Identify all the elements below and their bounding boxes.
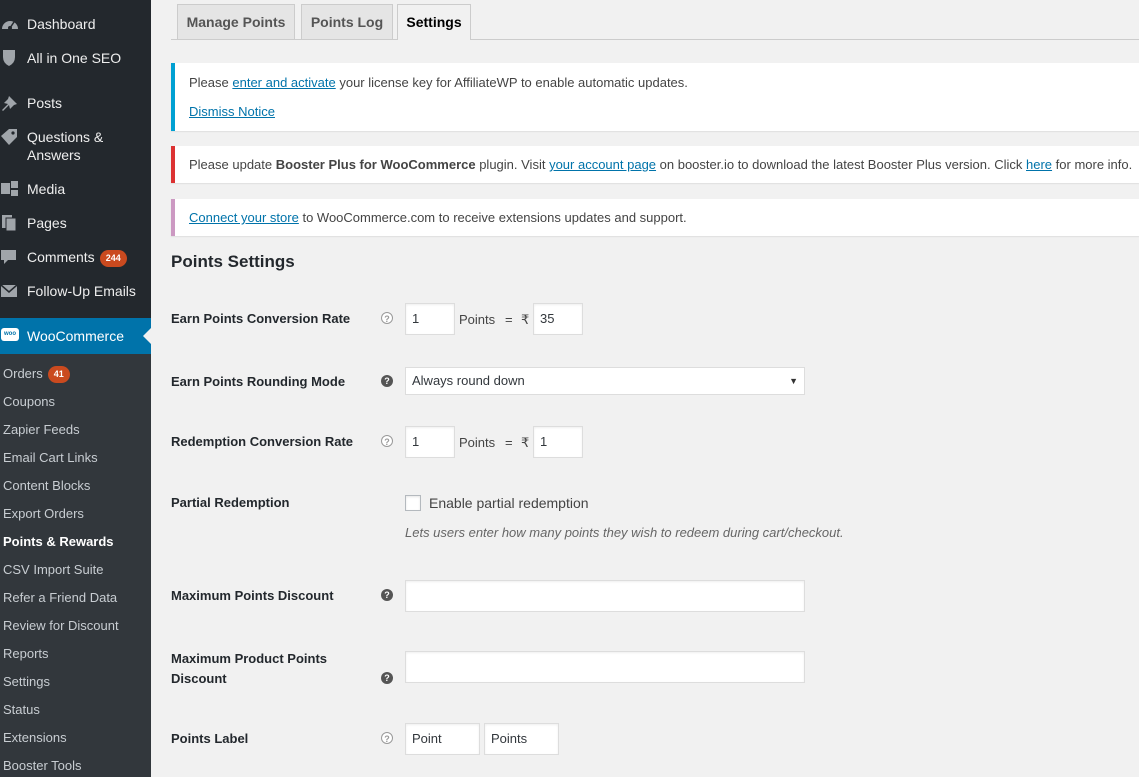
equals-sign: = [505, 312, 513, 327]
earn-points-input[interactable]: 1 [405, 303, 455, 335]
earn-amount-input[interactable]: 35 [533, 303, 583, 335]
submenu-email-cart-links[interactable]: Email Cart Links [3, 450, 98, 466]
booster-plugin-name: Booster Plus for WooCommerce [275, 157, 476, 172]
dashboard-icon [2, 21, 18, 30]
redemption-points-input[interactable]: 1 [405, 426, 455, 458]
partial-redemption-label: Partial Redemption [171, 495, 290, 510]
submenu-content-blocks[interactable]: Content Blocks [3, 478, 90, 494]
comment-icon [1, 250, 16, 264]
woocommerce-connect-notice: Connect your store to WooCommerce.com to… [171, 199, 1139, 236]
submenu-booster-tools[interactable]: Booster Tools [3, 758, 82, 774]
affiliatewp-license-notice: Please enter and activate your license k… [171, 63, 1139, 131]
max-product-discount-label-line2: Discount [171, 671, 227, 686]
connect-store-link[interactable]: Connect your store [189, 210, 299, 225]
points-label-singular-input[interactable]: Point [405, 723, 480, 755]
account-page-link[interactable]: your account page [549, 157, 656, 172]
partial-redemption-description: Lets users enter how many points they wi… [405, 525, 844, 540]
partial-redemption-checkbox[interactable] [405, 495, 421, 511]
woocommerce-icon: woo [1, 328, 19, 341]
submenu-settings[interactable]: Settings [3, 674, 50, 690]
submenu-zapier-feeds[interactable]: Zapier Feeds [3, 422, 80, 438]
submenu-status[interactable]: Status [3, 702, 40, 718]
rounding-mode-label: Earn Points Rounding Mode [171, 374, 346, 389]
rounding-mode-select[interactable]: Always round down ▼ [405, 367, 805, 395]
currency-symbol: ₹ [521, 435, 530, 450]
submenu-refer-a-friend-data[interactable]: Refer a Friend Data [3, 590, 117, 606]
rounding-mode-value: Always round down [412, 373, 525, 388]
woocommerce-label: WooCommerce [27, 328, 124, 344]
submenu-export-orders[interactable]: Export Orders [3, 506, 84, 522]
submenu-reports[interactable]: Reports [3, 646, 49, 662]
max-product-discount-label: Maximum Product Points [171, 651, 328, 666]
tab-points-log[interactable]: Points Log [301, 4, 393, 39]
tag-icon [1, 129, 17, 145]
submenu-points-rewards[interactable]: Points & Rewards [3, 534, 114, 550]
help-icon[interactable]: ? [381, 589, 393, 601]
max-product-discount-input[interactable] [405, 651, 805, 683]
tabs-divider [171, 39, 1139, 40]
main-content: Manage Points Points Log Settings Please… [151, 0, 1139, 777]
help-icon[interactable]: ? [381, 672, 393, 684]
submenu-extensions[interactable]: Extensions [3, 730, 67, 746]
shield-icon [3, 50, 15, 66]
help-icon[interactable]: ? [381, 375, 393, 387]
pin-icon [2, 96, 17, 111]
pages-icon [2, 215, 17, 232]
dismiss-notice-link[interactable]: Dismiss Notice [189, 104, 275, 119]
enter-activate-license-link[interactable]: enter and activate [232, 75, 335, 90]
booster-update-notice: Please update Booster Plus for WooCommer… [171, 146, 1139, 183]
tab-manage-points[interactable]: Manage Points [177, 4, 295, 39]
admin-sidebar: Dashboard All in One SEO Posts Questions… [0, 0, 151, 777]
max-discount-input[interactable] [405, 580, 805, 612]
redemption-rate-label: Redemption Conversion Rate [171, 434, 354, 449]
earn-rate-label: Earn Points Conversion Rate [171, 311, 351, 326]
section-title: Points Settings [171, 252, 295, 271]
points-label-plural-input[interactable]: Points [484, 723, 559, 755]
help-icon[interactable]: ? [381, 312, 393, 324]
comments-label: Comments [27, 249, 95, 265]
more-info-link[interactable]: here [1026, 157, 1052, 172]
email-icon [0, 284, 18, 297]
currency-symbol: ₹ [521, 312, 530, 327]
orders-count-badge: 41 [47, 366, 70, 383]
help-icon[interactable]: ? [381, 435, 393, 447]
menu-woocommerce[interactable]: woo WooCommerce [0, 318, 151, 354]
points-label-label: Points Label [171, 731, 249, 746]
submenu-orders[interactable]: Orders 41 [3, 366, 70, 383]
earn-points-text: Points [459, 312, 496, 327]
media-icon [1, 181, 18, 196]
dropdown-arrow-icon: ▼ [789, 376, 798, 386]
submenu-coupons[interactable]: Coupons [3, 394, 55, 410]
tab-settings[interactable]: Settings [397, 4, 471, 40]
submenu-csv-import-suite[interactable]: CSV Import Suite [3, 562, 103, 578]
redemption-points-text: Points [459, 435, 496, 450]
help-icon[interactable]: ? [381, 732, 393, 744]
equals-sign: = [505, 435, 513, 450]
submenu-review-for-discount[interactable]: Review for Discount [3, 618, 119, 634]
max-discount-label: Maximum Points Discount [171, 588, 334, 603]
partial-redemption-checkbox-label[interactable]: Enable partial redemption [429, 493, 589, 513]
redemption-amount-input[interactable]: 1 [533, 426, 583, 458]
comments-count-badge: 244 [99, 250, 127, 267]
